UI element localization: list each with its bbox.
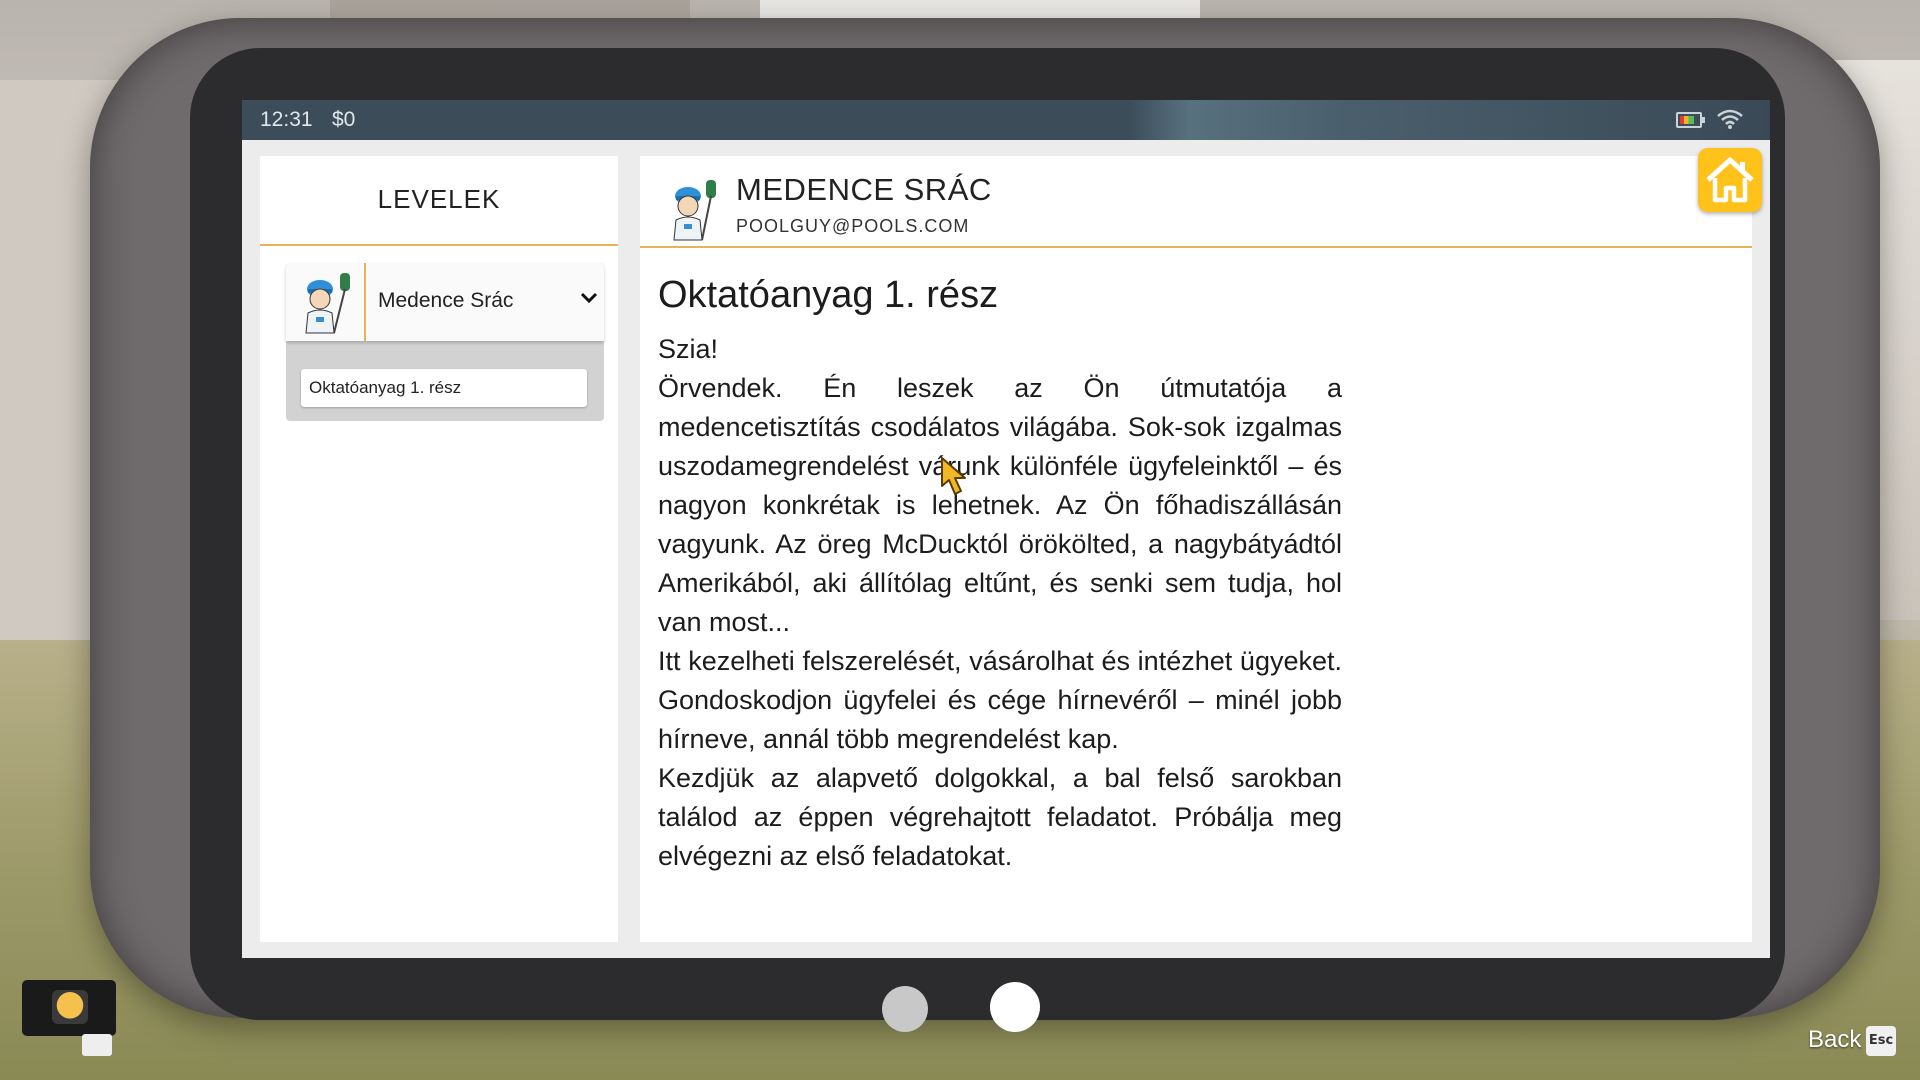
status-bar: 12:31 $0 xyxy=(242,100,1770,140)
duck-icon xyxy=(52,990,88,1024)
divider xyxy=(364,263,366,341)
avatar xyxy=(305,273,350,334)
sender-name: Medence Srác xyxy=(378,289,514,312)
sender-email: POOLGUY@POOLS.COM xyxy=(736,216,970,236)
home-button[interactable] xyxy=(1698,148,1762,212)
message-subject: Oktatóanyag 1. rész xyxy=(658,274,999,316)
message-panel: MEDENCE SRÁC POOLGUY@POOLS.COM Oktatóany… xyxy=(640,156,1752,942)
divider xyxy=(260,244,618,246)
cursor-icon xyxy=(941,457,966,495)
battery-icon xyxy=(1676,112,1705,128)
esc-key-icon: Esc xyxy=(1866,1026,1896,1056)
sender-group: Medence Srác Oktatóanyag 1. rész xyxy=(286,263,604,421)
home-icon xyxy=(1706,157,1754,203)
message-body: Szia! Örvendek. Én leszek az Ön útmutató… xyxy=(658,330,1342,876)
message-paragraph: Örvendek. Én leszek az Ön útmutatója a m… xyxy=(658,373,1342,637)
money-balance: $0 xyxy=(332,108,356,131)
mail-item-subject: Oktatóanyag 1. rész xyxy=(309,378,462,397)
keyboard-key-icon xyxy=(82,1034,112,1056)
sender-dropdown[interactable]: Medence Srác xyxy=(286,263,604,341)
message-paragraph: Itt kezelheti felszerelését, vásárolhat … xyxy=(658,646,1342,754)
sender-name: MEDENCE SRÁC xyxy=(736,172,992,207)
mail-item[interactable]: Oktatóanyag 1. rész xyxy=(301,369,587,407)
page-dot-active[interactable] xyxy=(990,982,1040,1032)
tablet-screen: 12:31 $0 LEVELEK Medence Srác Oktatóanya… xyxy=(242,100,1770,958)
mail-list-panel: LEVELEK Medence Srác Oktatóanyag 1. rész xyxy=(260,156,618,942)
chevron-down-icon xyxy=(580,292,598,304)
divider xyxy=(640,246,1752,248)
back-button[interactable]: Back xyxy=(1808,1026,1861,1054)
mail-list-title: LEVELEK xyxy=(377,184,501,214)
message-paragraph: Kezdjük az alapvető dolgokkal, a bal fel… xyxy=(658,763,1342,871)
clock: 12:31 xyxy=(260,108,313,131)
message-paragraph: Szia! xyxy=(658,334,719,364)
wifi-icon xyxy=(1717,109,1743,129)
avatar xyxy=(673,180,716,241)
minimap-thumbnail xyxy=(22,980,116,1036)
page-dot[interactable] xyxy=(882,986,928,1032)
